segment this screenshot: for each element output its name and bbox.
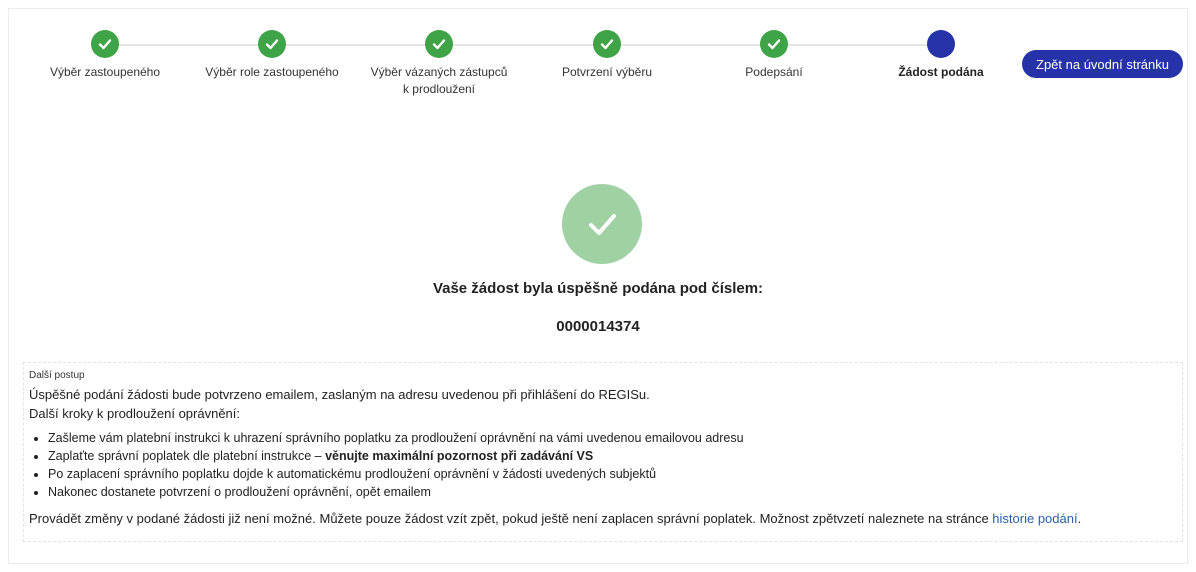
step-current-icon	[927, 30, 955, 58]
history-link[interactable]: historie podání	[992, 511, 1077, 526]
success-title: Vaše žádost byla úspěšně podána pod čísl…	[432, 280, 764, 297]
check-circle-icon	[562, 184, 642, 264]
next-steps-list: Zašleme vám platební instrukci k uhrazen…	[29, 429, 1176, 501]
step-label: Potvrzení výběru	[561, 65, 653, 79]
step-done-icon	[258, 30, 286, 58]
step-label: Podepsání	[745, 65, 803, 79]
list-item: Po zaplacení správního poplatku dojde k …	[48, 465, 1176, 483]
list-item-text: Zaplaťte správní poplatek dle platební i…	[48, 449, 326, 463]
next-steps-intro: Další kroky k prodloužení oprávnění:	[29, 406, 240, 421]
step-label: Výběr vázaných zástupců k prodloužení	[370, 65, 508, 96]
confirmation-text: Úspěšné podání žádosti bude potvrzeno em…	[29, 387, 650, 402]
stepper-line	[104, 44, 940, 46]
list-item: Nakonec dostanete potvrzení o prodloužen…	[48, 483, 1176, 501]
list-item: Zaplaťte správní poplatek dle platební i…	[48, 447, 1176, 465]
footer-note: Provádět změny v podané žádosti již není…	[29, 509, 1176, 528]
next-steps-panel: Další postup Úspěšné podání žádosti bude…	[23, 362, 1183, 542]
panel-heading: Další postup	[29, 370, 85, 381]
step-label: Žádost podána	[898, 65, 984, 79]
list-item: Zašleme vám platební instrukci k uhrazen…	[48, 429, 1176, 447]
back-to-home-button[interactable]: Zpět na úvodní stránku	[1022, 50, 1183, 78]
list-item-warning: věnujte maximální pozornost při zadávání…	[325, 449, 594, 463]
step-label: Výběr zastoupeného	[49, 65, 161, 79]
step-done-icon	[91, 30, 119, 58]
footer-text: Provádět změny v podané žádosti již není…	[29, 511, 993, 526]
request-number: 0000014374	[556, 318, 640, 335]
step-done-icon	[425, 30, 453, 58]
step-done-icon	[593, 30, 621, 58]
progress-stepper: Výběr zastoupeného Výběr role zastoupené…	[0, 0, 1196, 110]
step-done-icon	[760, 30, 788, 58]
footer-end: .	[1077, 511, 1082, 526]
step-label: Výběr role zastoupeného	[205, 65, 339, 79]
